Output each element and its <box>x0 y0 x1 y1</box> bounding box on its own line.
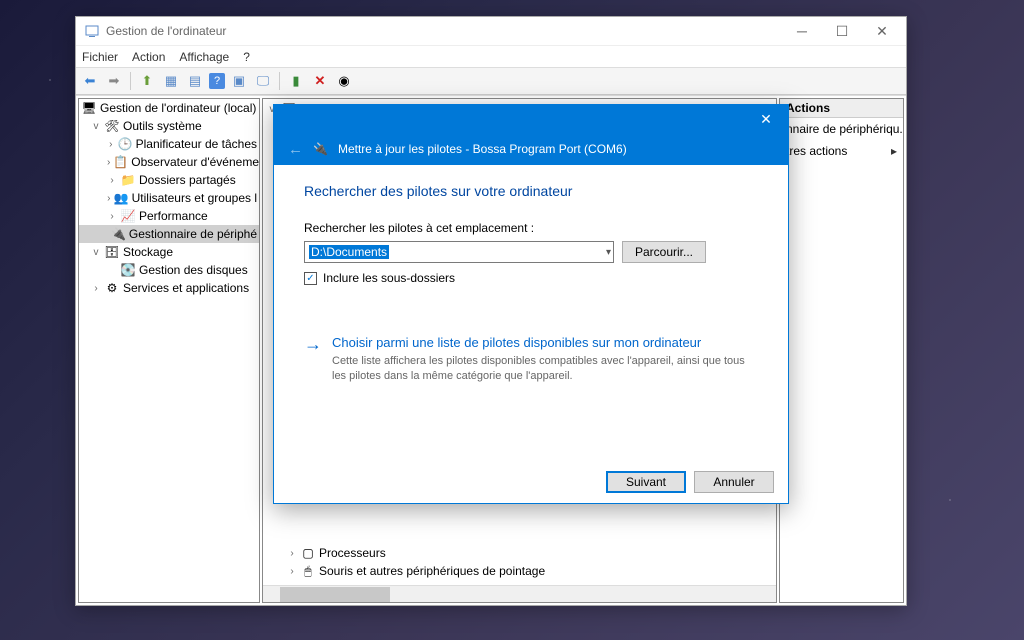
tree-storage[interactable]: v🗄Stockage <box>79 243 259 261</box>
update-button[interactable]: ◉ <box>334 71 354 91</box>
tree-shared-folders[interactable]: ›📁Dossiers partagés <box>79 171 259 189</box>
path-combobox[interactable]: D:\Documents ▾ <box>304 241 614 263</box>
tree-users-groups[interactable]: ›👥Utilisateurs et groupes l <box>79 189 259 207</box>
menu-view[interactable]: Affichage <box>179 50 229 64</box>
help-button[interactable]: ? <box>209 73 225 89</box>
checkbox-icon: ✓ <box>304 272 317 285</box>
tree-device-manager[interactable]: 🔌Gestionnaire de périphé <box>79 225 259 243</box>
horizontal-scrollbar[interactable] <box>263 585 776 602</box>
computer-icon: 🖥 <box>81 100 97 116</box>
app-icon <box>84 23 100 39</box>
window-title: Gestion de l'ordinateur <box>106 24 782 38</box>
option-title: Choisir parmi une liste de pilotes dispo… <box>332 335 758 350</box>
cpu-icon: ▢ <box>300 545 316 561</box>
dialog-body: Rechercher des pilotes sur votre ordinat… <box>274 165 788 461</box>
device-small-icon: 🔌 <box>313 142 328 156</box>
dialog-back-button[interactable]: ← <box>288 141 303 158</box>
tree-event-viewer[interactable]: ›📋Observateur d'événeme <box>79 153 259 171</box>
tree-disk-mgmt[interactable]: 💽Gestion des disques <box>79 261 259 279</box>
refresh-button[interactable]: ▣ <box>229 71 249 91</box>
dialog-button-row: Suivant Annuler <box>274 461 788 503</box>
storage-icon: 🗄 <box>104 244 120 260</box>
dialog-titlebar[interactable]: ✕ <box>274 105 788 133</box>
maximize-button[interactable]: ☐ <box>822 18 862 44</box>
services-icon: ⚙ <box>104 280 120 296</box>
cancel-button[interactable]: Annuler <box>694 471 774 493</box>
menu-file[interactable]: Fichier <box>82 50 118 64</box>
mouse-icon: 🖱 <box>300 563 316 579</box>
navigation-tree[interactable]: 🖥Gestion de l'ordinateur (local) v🛠Outil… <box>78 98 260 603</box>
properties-button[interactable]: ▤ <box>185 71 205 91</box>
close-button[interactable]: ✕ <box>862 18 902 44</box>
scrollbar-thumb[interactable] <box>280 587 390 602</box>
tree-root[interactable]: 🖥Gestion de l'ordinateur (local) <box>79 99 259 117</box>
up-button[interactable]: ⬆ <box>137 71 157 91</box>
back-button[interactable]: ⬅ <box>80 71 100 91</box>
dialog-close-button[interactable]: ✕ <box>746 106 786 132</box>
minimize-button[interactable]: ─ <box>782 18 822 44</box>
export-button[interactable]: 🖵 <box>253 71 273 91</box>
dialog-heading: Rechercher des pilotes sur votre ordinat… <box>304 183 758 199</box>
menu-help[interactable]: ? <box>243 50 250 64</box>
perf-icon: 📈 <box>120 208 136 224</box>
device-pointing[interactable]: ›🖱Souris et autres périphériques de poin… <box>267 562 547 580</box>
tree-services[interactable]: ›⚙Services et applications <box>79 279 259 297</box>
actions-pane: Actions nnaire de périphériqu...▴ tres a… <box>779 98 904 603</box>
include-subfolders-checkbox[interactable]: ✓ Inclure les sous-dossiers <box>304 271 758 285</box>
checkbox-label: Inclure les sous-dossiers <box>323 271 455 285</box>
search-location-label: Rechercher les pilotes à cet emplacement… <box>304 221 758 235</box>
actions-item-device-mgr[interactable]: nnaire de périphériqu...▴ <box>780 118 903 140</box>
folder-icon: 📁 <box>120 172 136 188</box>
clock-icon: 🕒 <box>118 136 133 152</box>
expand-icon: ▸ <box>891 144 897 158</box>
toolbar: ⬅ ➡ ⬆ ▦ ▤ ? ▣ 🖵 ▮ ✕ ◉ <box>76 67 906 95</box>
show-hide-tree-button[interactable]: ▦ <box>161 71 181 91</box>
disk-icon: 💽 <box>120 262 136 278</box>
delete-button[interactable]: ✕ <box>310 71 330 91</box>
dialog-header: ← 🔌 Mettre à jour les pilotes - Bossa Pr… <box>274 133 788 165</box>
scan-button[interactable]: ▮ <box>286 71 306 91</box>
forward-button[interactable]: ➡ <box>104 71 124 91</box>
option-description: Cette liste affichera les pilotes dispon… <box>332 354 758 385</box>
pick-from-list-option[interactable]: → Choisir parmi une liste de pilotes dis… <box>304 335 758 385</box>
path-value: D:\Documents <box>309 245 389 259</box>
next-button[interactable]: Suivant <box>606 471 686 493</box>
device-icon: 🔌 <box>111 226 126 242</box>
event-icon: 📋 <box>113 154 128 170</box>
dropdown-icon[interactable]: ▾ <box>606 247 611 258</box>
menu-bar: Fichier Action Affichage ? <box>76 45 906 67</box>
tools-icon: 🛠 <box>104 118 120 134</box>
actions-item-more[interactable]: tres actions▸ <box>780 140 903 162</box>
dialog-title-text: Mettre à jour les pilotes - Bossa Progra… <box>338 142 627 156</box>
tree-system-tools[interactable]: v🛠Outils système <box>79 117 259 135</box>
browse-button[interactable]: Parcourir... <box>622 241 706 263</box>
tree-task-scheduler[interactable]: ›🕒Planificateur de tâches <box>79 135 259 153</box>
menu-action[interactable]: Action <box>132 50 165 64</box>
users-icon: 👥 <box>114 190 129 206</box>
actions-header: Actions <box>780 99 903 118</box>
update-driver-dialog: ✕ ← 🔌 Mettre à jour les pilotes - Bossa … <box>273 104 789 504</box>
device-processors[interactable]: ›▢Processeurs <box>267 544 547 562</box>
tree-performance[interactable]: ›📈Performance <box>79 207 259 225</box>
titlebar[interactable]: Gestion de l'ordinateur ─ ☐ ✕ <box>76 17 906 45</box>
arrow-right-icon: → <box>304 335 322 385</box>
